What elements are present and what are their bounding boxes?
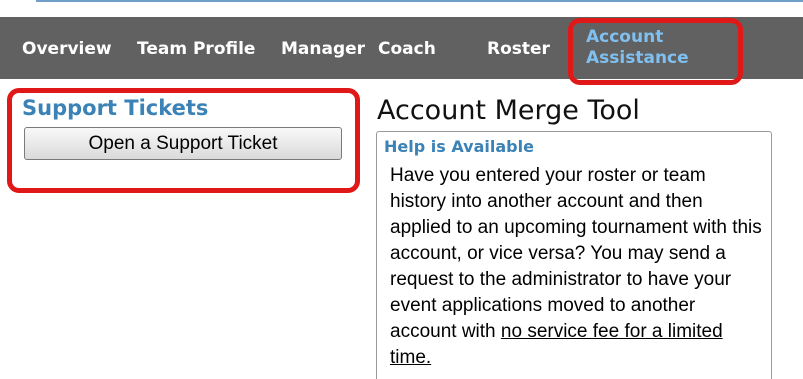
help-info-text: Have you entered your roster or team his… — [390, 163, 762, 371]
nav-item-coach[interactable]: Coach — [378, 39, 436, 59]
top-accent-line — [36, 0, 803, 2]
nav-item-overview[interactable]: Overview — [22, 39, 112, 59]
help-info-body: Have you entered your roster or team his… — [390, 165, 762, 342]
nav-item-team-profile[interactable]: Team Profile — [137, 39, 255, 59]
help-info-heading: Help is Available — [384, 137, 534, 156]
nav-item-roster[interactable]: Roster — [487, 39, 550, 59]
nav-highlight-annotation — [568, 18, 743, 85]
account-merge-title: Account Merge Tool — [377, 95, 640, 126]
nav-item-manager[interactable]: Manager — [281, 39, 365, 59]
page: Overview Team Profile Manager Coach Rost… — [0, 0, 803, 379]
support-highlight-annotation — [7, 88, 360, 193]
help-info-panel: Help is Available Have you entered your … — [376, 131, 772, 379]
